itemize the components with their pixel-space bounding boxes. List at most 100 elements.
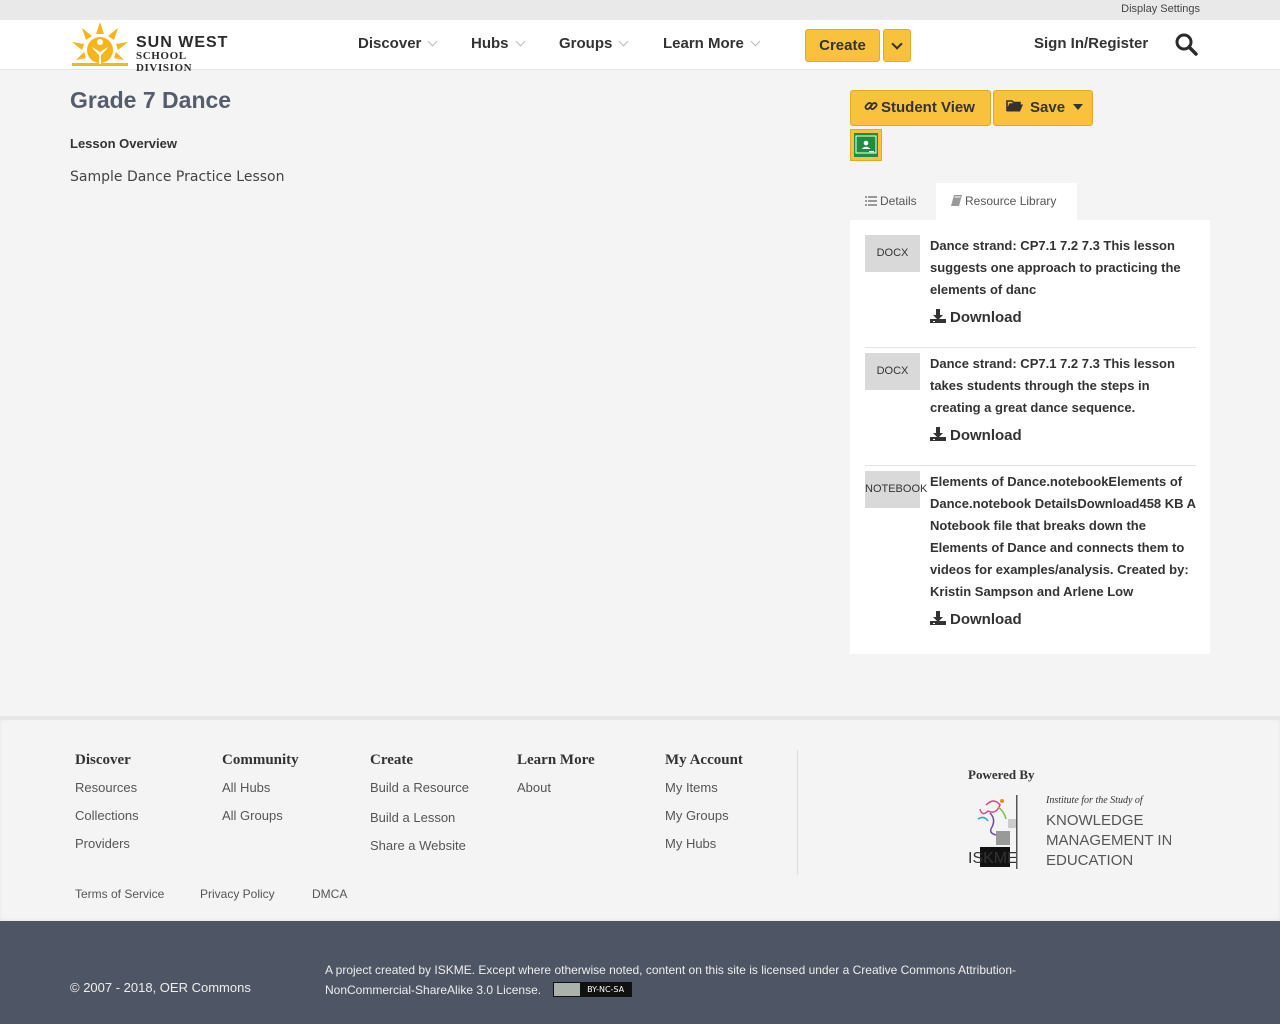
iskme-logo[interactable]: ISKME Institute for the Study of KNOWLED… [966, 793, 1171, 871]
footer-col-community: Community All Hubs All Groups [222, 752, 299, 836]
resource-item: NOTEBOOK Elements of Dance.notebookEleme… [865, 471, 1196, 641]
list-icon [865, 196, 877, 206]
dmca-link[interactable]: DMCA [312, 887, 347, 901]
download-icon [930, 309, 946, 323]
search-icon[interactable] [1174, 32, 1198, 56]
footer-col-learn-more: Learn More About [517, 752, 595, 808]
powered-by-label: Powered By [968, 767, 1035, 782]
footer-col-my-account: My Account My Items My Groups My Hubs [665, 752, 743, 864]
resource-divider [865, 347, 1196, 348]
iskme-tagline: Institute for the Study of [1045, 795, 1144, 806]
chevron-down-icon [891, 38, 903, 50]
nav-discover-label: Discover [358, 35, 422, 52]
display-settings-link[interactable]: Display Settings [1121, 3, 1200, 15]
privacy-policy-link[interactable]: Privacy Policy [200, 887, 275, 901]
resource-title[interactable]: Elements of Dance.notebookElements of Da… [930, 471, 1196, 603]
download-button[interactable]: Download [930, 309, 1022, 326]
download-button[interactable]: Download [930, 427, 1022, 444]
save-button[interactable]: Save [993, 90, 1093, 126]
download-icon [930, 427, 946, 441]
license-statement: A project created by ISKME. Except where… [325, 963, 1017, 997]
main-navbar: SUN WEST SCHOOL DIVISION Discover Hubs G… [0, 20, 1280, 74]
top-bar: Display Settings [0, 0, 1280, 20]
create-dropdown-toggle[interactable] [883, 29, 911, 62]
link-icon [864, 102, 878, 110]
tab-details-label: Details [880, 194, 917, 208]
footer-link-providers[interactable]: Providers [75, 836, 139, 851]
license-text: A project created by ISKME. Except where… [325, 960, 1065, 1000]
bottom-bar: © 2007 - 2018, OER Commons A project cre… [0, 921, 1280, 1024]
footer-heading: Discover [75, 752, 131, 768]
footer-col-create: Create Build a Resource Build a Lesson S… [370, 752, 469, 866]
footer-link-share-website[interactable]: Share a Website [370, 838, 469, 853]
footer-link-my-hubs[interactable]: My Hubs [665, 836, 743, 851]
footer-link-collections[interactable]: Collections [75, 808, 139, 823]
chevron-down-icon [427, 36, 438, 47]
footer-heading: Create [370, 752, 414, 768]
footer-heading: Community [222, 752, 299, 768]
sign-in-register-link[interactable]: Sign In/Register [1034, 35, 1148, 52]
iskme-line-3: EDUCATION [1046, 852, 1133, 869]
tab-resource-library[interactable]: Resource Library [936, 183, 1077, 220]
file-type-badge: DOCX [865, 353, 920, 390]
resource-library-panel: DOCX Dance strand: CP7.1 7.2 7.3 This le… [850, 220, 1210, 654]
file-type-badge: DOCX [865, 235, 920, 272]
iskme-abbr: ISKME [968, 850, 1018, 867]
sun-logo-icon [72, 22, 128, 66]
footer-link-all-groups[interactable]: All Groups [222, 808, 299, 823]
logo-subtitle: SCHOOL DIVISION [136, 50, 193, 74]
resource-title[interactable]: Dance strand: CP7.1 7.2 7.3 This lesson … [930, 235, 1196, 301]
footer-link-all-hubs[interactable]: All Hubs [222, 780, 299, 795]
nav-hubs[interactable]: Hubs [471, 35, 525, 52]
nav-hubs-label: Hubs [471, 35, 509, 52]
footer-link-about[interactable]: About [517, 780, 595, 795]
footer-link-build-lesson[interactable]: Build a Lesson [370, 810, 469, 825]
iskme-line-1: KNOWLEDGE [1046, 812, 1144, 829]
tab-resource-library-label: Resource Library [965, 194, 1057, 208]
lesson-overview-text: Sample Dance Practice Lesson [70, 169, 285, 185]
cc-license-badge-icon[interactable]: BY-NC-SA [553, 982, 633, 998]
folder-open-icon [1006, 100, 1023, 112]
chevron-down-icon [618, 36, 629, 47]
nav-learn-more-label: Learn More [663, 35, 744, 52]
google-classroom-share-button[interactable] [850, 129, 882, 161]
footer-heading: My Account [665, 752, 743, 768]
chevron-down-icon [750, 36, 761, 47]
file-type-badge: NOTEBOOK [865, 471, 927, 508]
lesson-overview-heading: Lesson Overview [70, 136, 177, 151]
download-icon [930, 611, 946, 625]
footer-col-discover: Discover Resources Collections Providers [75, 752, 139, 864]
download-label: Download [950, 427, 1022, 444]
footer-link-my-items[interactable]: My Items [665, 780, 743, 795]
nav-groups[interactable]: Groups [559, 35, 629, 52]
caret-down-icon [1073, 104, 1084, 110]
copyright-text: © 2007 - 2018, OER Commons [70, 980, 251, 995]
resource-item: DOCX Dance strand: CP7.1 7.2 7.3 This le… [865, 353, 1196, 463]
chevron-down-icon [515, 36, 525, 47]
download-label: Download [950, 611, 1022, 628]
nav-learn-more[interactable]: Learn More [663, 35, 761, 52]
student-view-button[interactable]: Student View [850, 90, 991, 126]
footer-link-my-groups[interactable]: My Groups [665, 808, 743, 823]
google-classroom-icon [854, 133, 878, 157]
nav-groups-label: Groups [559, 35, 613, 52]
footer-link-build-resource[interactable]: Build a Resource [370, 780, 469, 795]
cc-badge-label: BY-NC-SA [580, 983, 632, 997]
tab-details[interactable]: Details [850, 183, 936, 220]
download-label: Download [950, 309, 1022, 326]
page-title: Grade 7 Dance [70, 87, 232, 113]
student-view-label: Student View [881, 99, 975, 116]
iskme-line-2: MANAGEMENT IN [1046, 832, 1171, 849]
book-icon [951, 195, 962, 206]
nav-discover[interactable]: Discover [358, 35, 438, 52]
terms-of-service-link[interactable]: Terms of Service [75, 887, 164, 901]
resource-item: DOCX Dance strand: CP7.1 7.2 7.3 This le… [865, 235, 1196, 345]
resource-title[interactable]: Dance strand: CP7.1 7.2 7.3 This lesson … [930, 353, 1196, 419]
create-button[interactable]: Create [805, 29, 880, 62]
resource-divider [865, 465, 1196, 466]
footer-link-resources[interactable]: Resources [75, 780, 139, 795]
site-footer: Discover Resources Collections Providers… [0, 716, 1280, 921]
download-button[interactable]: Download [930, 611, 1022, 628]
cc-logo [554, 983, 581, 997]
site-logo[interactable]: SUN WEST SCHOOL DIVISION [70, 20, 240, 74]
